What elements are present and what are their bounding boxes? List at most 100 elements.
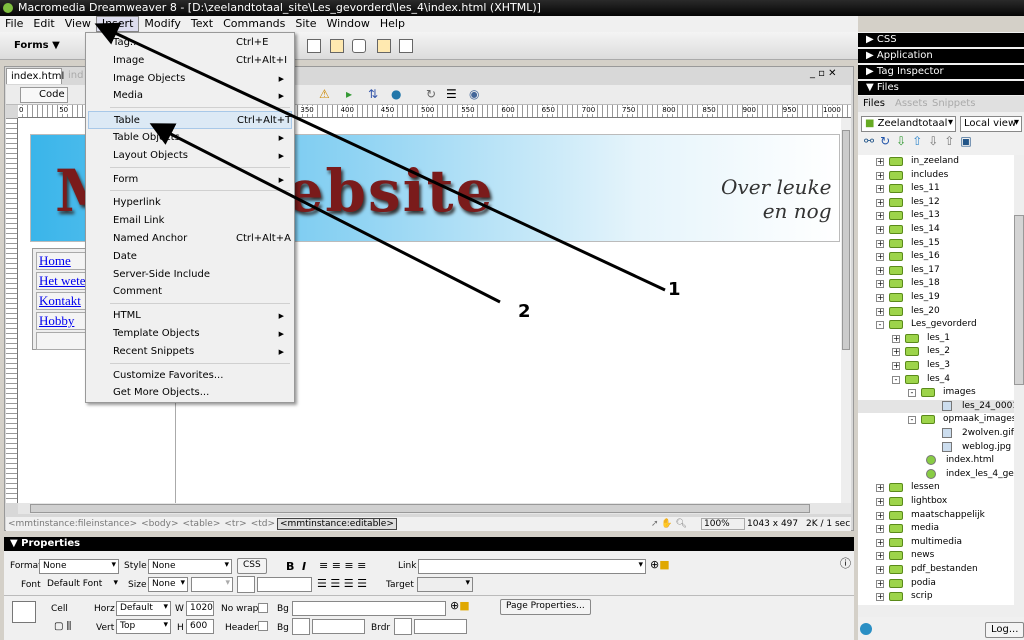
connect-icon[interactable]: ⚯ [864, 134, 880, 148]
expand-icon[interactable]: + [876, 185, 884, 194]
expand-icon[interactable]: + [876, 158, 884, 166]
menu-window[interactable]: Window [322, 16, 375, 32]
horizontal-scroll-thumb[interactable] [30, 504, 810, 513]
link-input[interactable] [418, 559, 646, 574]
file-tree-item[interactable]: index_les_4_gev [858, 468, 1014, 482]
file-tree-item[interactable]: + includes [858, 169, 1014, 183]
css-button[interactable]: CSS [237, 558, 267, 574]
menu-item-named-anchor[interactable]: Named Anchor Ctrl+Alt+A [88, 230, 292, 248]
menu-item-layout-objects[interactable]: Layout Objects ▶ [88, 147, 292, 165]
page-properties-button[interactable]: Page Properties... [500, 599, 591, 615]
file-tree-item[interactable]: weblog.jpg [858, 441, 1014, 455]
file-tree-item[interactable]: + les_13 [858, 209, 1014, 223]
expand-icon[interactable]: ▣ [960, 134, 977, 148]
expand-icon[interactable]: + [876, 239, 884, 248]
expand-icon[interactable]: + [876, 593, 884, 602]
globe-preview-icon[interactable]: ● [391, 87, 401, 101]
view-options-icon[interactable]: ☰ [446, 87, 457, 101]
file-management-icon[interactable]: ▸ [346, 87, 352, 101]
visual-aids-icon[interactable]: ◉ [469, 87, 479, 101]
file-tree-item[interactable]: + pdf_bestanden [858, 563, 1014, 577]
expand-icon[interactable]: + [876, 253, 884, 262]
put-files-icon[interactable]: ⇧ [912, 134, 928, 148]
file-tree-item[interactable]: + les_17 [858, 264, 1014, 278]
file-tree-item[interactable]: 2wolven.gif [858, 427, 1014, 441]
tree-vertical-scrollbar[interactable] [1014, 155, 1024, 605]
file-tree-item[interactable]: + les_15 [858, 237, 1014, 251]
fieldset-icon[interactable] [399, 39, 413, 53]
menu-item-recent-snippets[interactable]: Recent Snippets ▶ [88, 343, 292, 361]
label-icon[interactable] [377, 39, 391, 53]
insert-category-dropdown[interactable]: Forms ▼ [14, 40, 60, 51]
menu-item-comment[interactable]: Comment [88, 283, 292, 301]
menu-item-get-more-objects[interactable]: Get More Objects... [88, 384, 292, 402]
file-tree-item[interactable]: + scrip [858, 590, 1014, 604]
panel-tag-inspector[interactable]: ▶ Tag Inspector [858, 65, 1024, 79]
panel-files[interactable]: ▼ Files [858, 81, 1024, 95]
menu-site[interactable]: Site [290, 16, 321, 32]
collapse-icon[interactable]: - [892, 375, 900, 384]
menu-item-form[interactable]: Form ▶ [88, 171, 292, 189]
sort-icon[interactable]: ⇅ [368, 87, 378, 101]
expand-icon[interactable]: + [892, 348, 900, 357]
size-select[interactable]: None [148, 577, 188, 592]
window-controls[interactable]: _ ▫ ✕ [810, 68, 837, 79]
list-indent-buttons[interactable]: ☰ ☰ ☰ ☰ [317, 577, 367, 590]
expand-icon[interactable]: + [876, 552, 884, 561]
get-files-icon[interactable]: ⇩ [896, 134, 912, 148]
tag-selector-body[interactable]: <body> [139, 519, 180, 529]
help-icon[interactable]: ⓘ [840, 555, 851, 571]
expand-icon[interactable]: + [876, 212, 884, 221]
border-color-input[interactable] [414, 619, 467, 634]
check-in-icon[interactable]: ⇧ [944, 134, 960, 148]
merge-split-cells-icons[interactable]: ▢ ⫼ [54, 621, 71, 632]
select-pointer-hand-zoom-icons[interactable]: ➚ ✋ 🔍︎ [651, 517, 687, 531]
file-tree-item[interactable]: + les_2 [858, 345, 1014, 359]
expand-icon[interactable]: + [876, 525, 884, 534]
expand-icon[interactable]: + [892, 362, 900, 370]
file-tree-item[interactable]: + maatschappelijk [858, 509, 1014, 523]
file-tree-item[interactable]: + les_20 [858, 305, 1014, 319]
menu-item-server-side-include[interactable]: Server-Side Include [88, 266, 292, 284]
file-tree-item[interactable]: + les_12 [858, 196, 1014, 210]
expand-icon[interactable]: + [876, 280, 884, 289]
text-color-picker[interactable] [237, 576, 255, 593]
expand-icon[interactable]: + [876, 538, 884, 547]
file-tree-item[interactable]: + les_19 [858, 291, 1014, 305]
tab-files[interactable]: Files [863, 98, 885, 109]
expand-icon[interactable]: + [876, 307, 884, 316]
file-tree-item[interactable]: + lessen [858, 481, 1014, 495]
tag-selector-tr[interactable]: <tr> [222, 519, 248, 529]
button-icon[interactable] [352, 39, 366, 53]
file-tree-item[interactable]: - opmaak_images [858, 413, 1014, 427]
file-tree-item[interactable]: index.html [858, 454, 1014, 468]
file-tree-item[interactable]: + media [858, 522, 1014, 536]
expand-icon[interactable]: + [876, 511, 884, 520]
vertical-scroll-thumb[interactable] [842, 130, 850, 350]
check-out-icon[interactable]: ⇩ [928, 134, 944, 148]
menu-modify[interactable]: Modify [139, 16, 185, 32]
properties-panel-header[interactable]: ▼ Properties [4, 537, 854, 551]
panel-css[interactable]: ▶ CSS [858, 33, 1024, 47]
tree-horizontal-scrollbar[interactable] [858, 605, 1024, 617]
align-buttons[interactable]: ≡ ≡ ≡ ≡ [319, 559, 366, 572]
menu-help[interactable]: Help [375, 16, 410, 32]
expand-icon[interactable]: + [876, 484, 884, 493]
expand-icon[interactable]: + [892, 334, 900, 343]
height-input[interactable]: 600 [186, 619, 214, 634]
menu-item-customize-favorites[interactable]: Customize Favorites... [88, 367, 292, 385]
menu-item-table-objects[interactable]: Table Objects ▶ [88, 129, 292, 147]
file-tree-item[interactable]: + les_14 [858, 223, 1014, 237]
expand-icon[interactable]: + [876, 566, 884, 574]
menu-file[interactable]: File [0, 16, 28, 32]
menu-item-table[interactable]: Table Ctrl+Alt+T [88, 111, 292, 130]
expand-icon[interactable]: + [876, 198, 884, 207]
menu-item-date[interactable]: Date [88, 248, 292, 266]
menu-edit[interactable]: Edit [28, 16, 59, 32]
bg-image-input[interactable] [292, 601, 446, 616]
size-unit-select[interactable] [191, 577, 233, 592]
expand-icon[interactable]: + [876, 226, 884, 234]
file-tree-item[interactable]: - images [858, 386, 1014, 400]
tag-selector-td[interactable]: <td> [249, 519, 277, 529]
tag-selector-table[interactable]: <table> [180, 519, 222, 529]
